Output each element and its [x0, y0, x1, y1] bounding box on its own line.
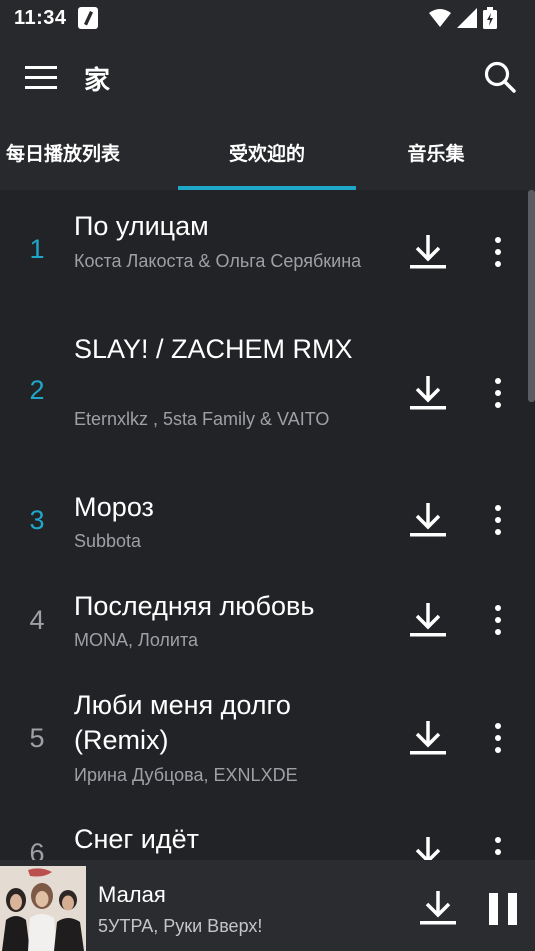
song-title: Мороз: [74, 492, 154, 522]
menu-icon[interactable]: [25, 64, 57, 92]
song-artist: Ирина Дубцова, EXNLXDE: [74, 765, 298, 785]
song-artist: Subbota: [74, 531, 142, 551]
song-row[interactable]: 2 SLAY! / ZACHEM RMX Eternxlkz , 5sta Fa…: [0, 308, 535, 468]
tab-popular[interactable]: 受欢迎的: [178, 118, 356, 190]
song-rank: 4: [29, 605, 45, 635]
download-icon[interactable]: [408, 500, 448, 540]
song-row[interactable]: 5 Люби меня долго (Remix) Ирина Дубцова,…: [0, 668, 535, 808]
tab-bar: 每日播放列表 受欢迎的 音乐集: [0, 118, 535, 190]
song-list[interactable]: 1 По улицам Коста Лакоста & Ольга Серябк…: [0, 190, 535, 860]
song-rank: 2: [29, 375, 45, 405]
more-vertical-icon[interactable]: [486, 502, 510, 538]
more-vertical-icon[interactable]: [486, 375, 510, 411]
notification-app-icon: [78, 7, 98, 29]
song-title: Снег идёт: [74, 824, 199, 854]
signal-icon: [457, 8, 477, 28]
more-vertical-icon[interactable]: [486, 234, 510, 270]
song-artist: MONA, Лолита: [74, 630, 199, 650]
song-title: Последняя любовь: [74, 591, 315, 621]
now-playing-title: Малая: [98, 882, 166, 907]
status-time: 11:34: [14, 7, 67, 29]
song-rank: 6: [29, 838, 45, 860]
app-bar: 家: [0, 38, 535, 118]
pause-icon[interactable]: [488, 892, 518, 926]
now-playing-artist: 5УТРА, Руки Вверх!: [98, 916, 263, 936]
song-row[interactable]: 6 Снег идёт: [0, 808, 535, 860]
song-row[interactable]: 4 Последняя любовь MONA, Лолита: [0, 568, 535, 668]
tab-music-collection[interactable]: 音乐集: [356, 118, 516, 190]
download-icon[interactable]: [418, 888, 458, 928]
song-artist: Eternxlkz , 5sta Family & VAITO: [74, 409, 330, 429]
more-vertical-icon[interactable]: [486, 720, 510, 756]
wifi-icon: [429, 9, 451, 27]
song-rank: 3: [29, 505, 45, 535]
song-rank: 5: [29, 723, 45, 753]
download-icon[interactable]: [408, 373, 448, 413]
download-icon[interactable]: [408, 600, 448, 640]
status-bar: 11:34: [0, 0, 535, 38]
more-vertical-icon[interactable]: [486, 834, 510, 860]
search-icon[interactable]: [483, 60, 517, 94]
tab-daily-playlist[interactable]: 每日播放列表: [0, 118, 146, 190]
song-title: По улицам: [74, 211, 209, 241]
status-icons: [429, 7, 497, 29]
song-title: SLAY! / ZACHEM RMX: [74, 334, 353, 364]
song-artist: Коста Лакоста & Ольга Серябкина: [74, 251, 362, 271]
song-rank: 1: [29, 234, 45, 264]
download-icon[interactable]: [408, 834, 448, 860]
page-title: 家: [84, 65, 111, 95]
download-icon[interactable]: [408, 718, 448, 758]
song-row[interactable]: 1 По улицам Коста Лакоста & Ольга Серябк…: [0, 190, 535, 308]
more-vertical-icon[interactable]: [486, 602, 510, 638]
album-cover: [0, 866, 86, 951]
song-row[interactable]: 3 Мороз Subbota: [0, 468, 535, 568]
song-title: Люби меня долго (Remix): [74, 690, 291, 755]
download-icon[interactable]: [408, 232, 448, 272]
battery-icon: [483, 7, 497, 29]
now-playing-bar[interactable]: Малая 5УТРА, Руки Вверх!: [0, 860, 535, 951]
list-scrollbar[interactable]: [528, 190, 535, 402]
